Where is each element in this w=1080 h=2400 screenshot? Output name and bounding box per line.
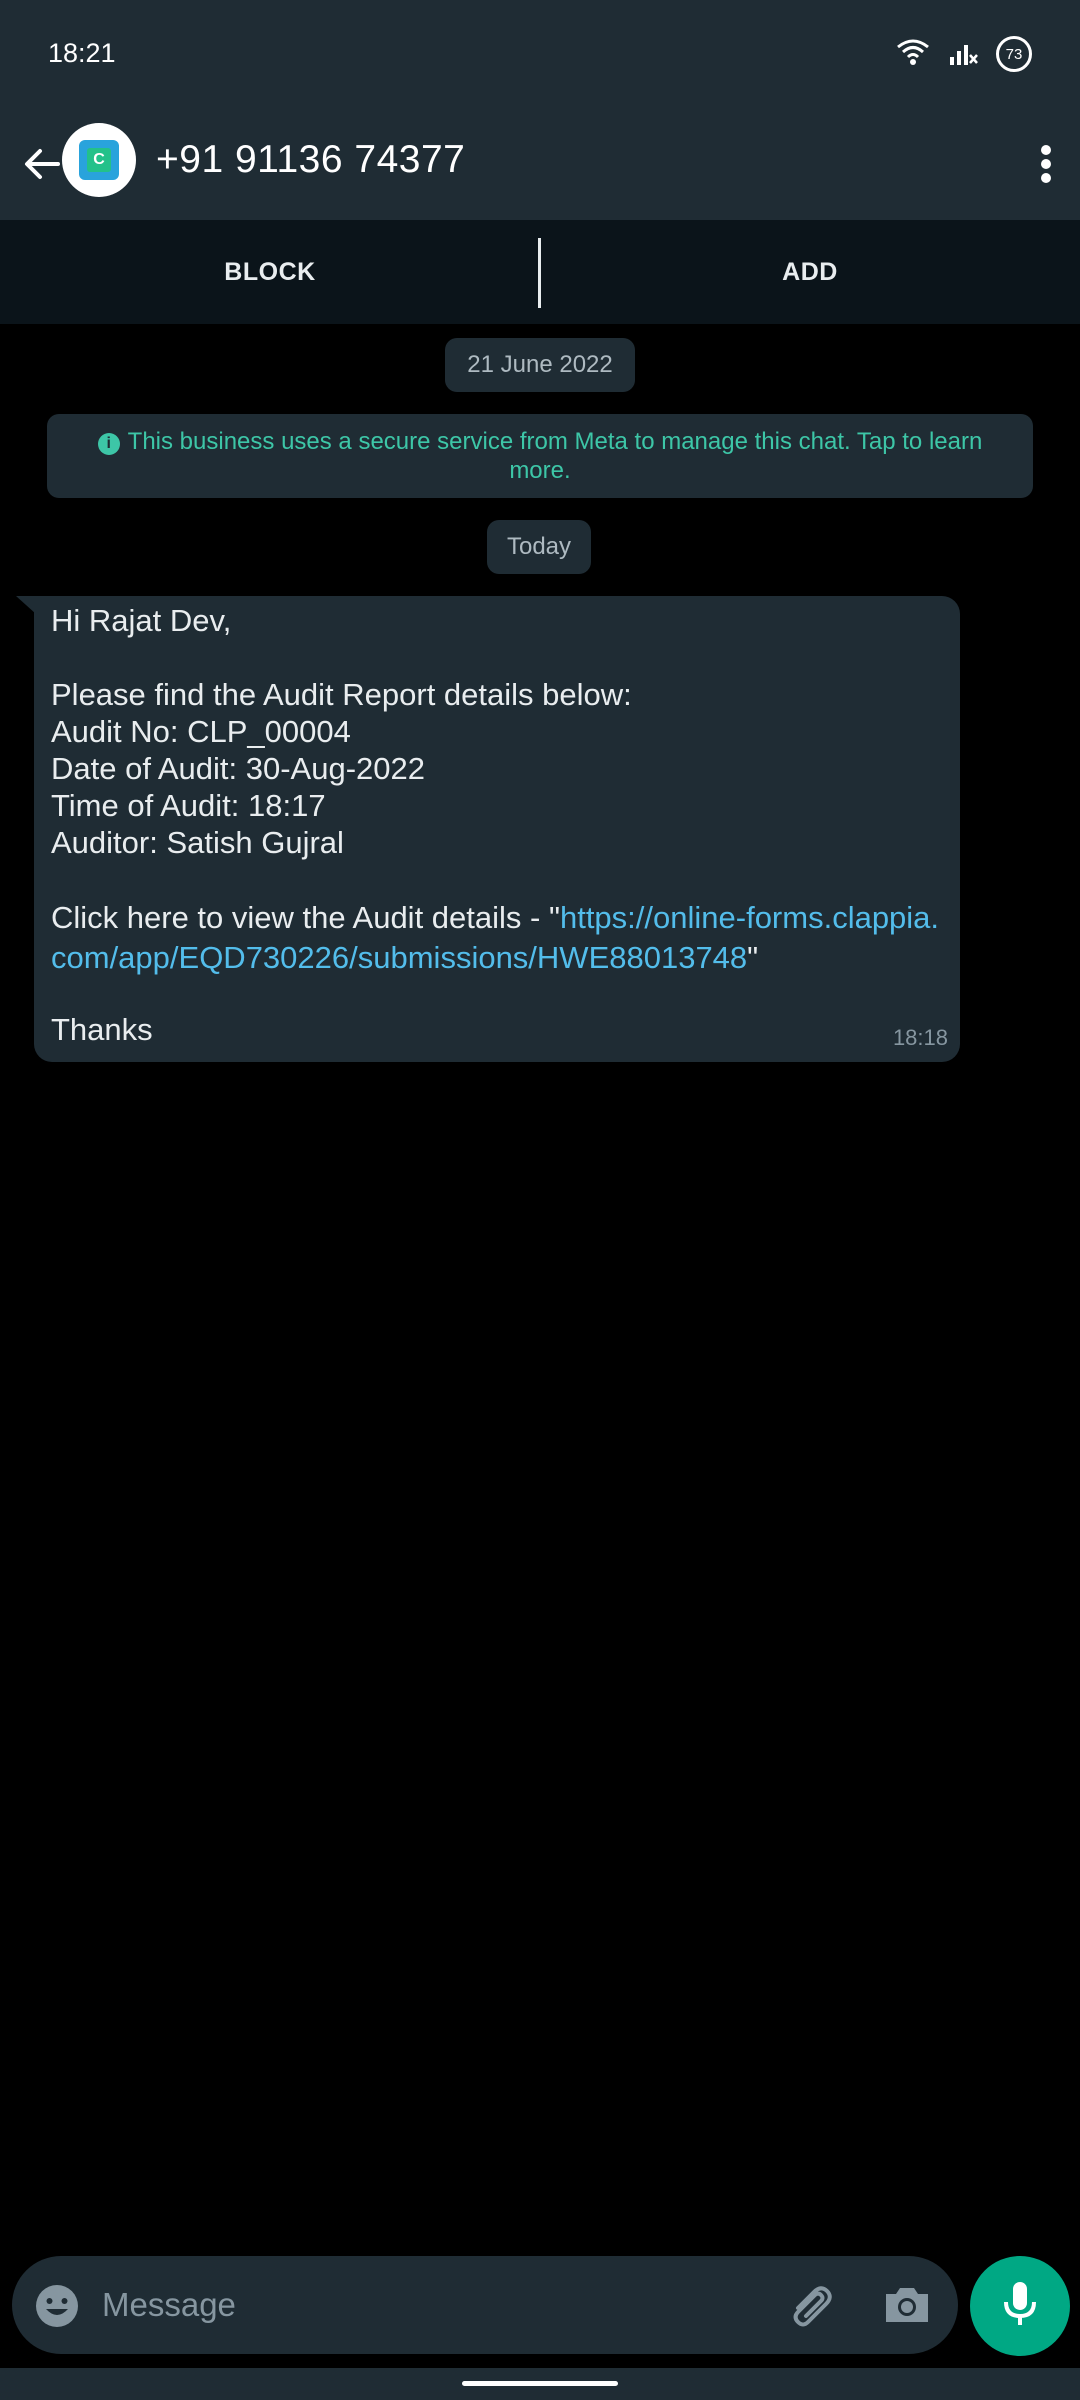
message-timestamp: 18:18 <box>892 1025 948 1050</box>
chat-screen: 18:21 73 C +91 91136 74377 BLOCK ADD 21 … <box>0 0 1080 2400</box>
status-bar: 18:21 73 <box>0 0 1080 108</box>
info-icon: i <box>97 433 120 455</box>
message-closing: Thanks <box>51 1012 153 1047</box>
add-contact-button[interactable]: ADD <box>540 220 1080 324</box>
message-audit-date: Date of Audit: 30-Aug-2022 <box>51 751 425 786</box>
status-time: 18:21 <box>48 38 116 68</box>
action-divider <box>538 238 541 308</box>
bubble-tail <box>16 596 36 614</box>
message-bubble[interactable]: Hi Rajat Dev, Please find the Audit Repo… <box>34 596 960 1062</box>
emoji-icon[interactable] <box>34 2283 80 2329</box>
today-chip: Today <box>487 520 591 574</box>
message-auditor: Auditor: Satish Gujral <box>51 825 344 860</box>
message-input[interactable] <box>102 2280 702 2330</box>
home-indicator[interactable] <box>462 2381 618 2386</box>
signal-icon <box>948 37 978 72</box>
mic-button[interactable] <box>970 2256 1070 2356</box>
status-icons: 73 <box>896 36 1032 72</box>
avatar[interactable]: C <box>62 123 136 197</box>
notice-text: This business uses a secure service from… <box>127 428 983 484</box>
message-audit-no: Audit No: CLP_00004 <box>51 714 351 749</box>
attach-icon[interactable] <box>784 2278 838 2332</box>
block-button[interactable]: BLOCK <box>0 220 540 324</box>
action-bar: BLOCK ADD <box>0 220 1080 324</box>
battery-icon: 73 <box>996 36 1032 72</box>
more-vertical-icon[interactable] <box>1026 134 1066 194</box>
message-composer <box>12 2256 958 2354</box>
system-nav-bar <box>0 2368 1080 2400</box>
contact-name[interactable]: +91 91136 74377 <box>156 138 465 182</box>
message-link-prefix: Click here to view the Audit details - " <box>51 900 560 935</box>
avatar-letter: C <box>87 148 111 172</box>
date-chip: 21 June 2022 <box>445 338 635 392</box>
message-greeting: Hi Rajat Dev, <box>51 603 232 638</box>
message-link-suffix: " <box>747 940 759 975</box>
message-intro: Please find the Audit Report details bel… <box>51 677 632 712</box>
chat-header: C +91 91136 74377 <box>0 108 1080 220</box>
camera-icon[interactable] <box>880 2278 934 2332</box>
clappia-logo-icon: C <box>79 140 119 180</box>
message-link-line: Click here to view the Audit details - "… <box>51 898 951 978</box>
message-audit-time: Time of Audit: 18:17 <box>51 788 326 823</box>
business-notice[interactable]: i This business uses a secure service fro… <box>47 414 1033 498</box>
mic-icon <box>1000 2280 1040 2333</box>
wifi-icon <box>896 37 930 72</box>
